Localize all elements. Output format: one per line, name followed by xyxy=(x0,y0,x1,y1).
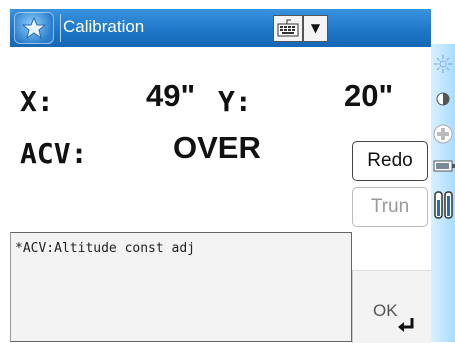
window-title: Calibration xyxy=(63,17,145,36)
start-button[interactable] xyxy=(14,12,54,44)
battery-icon xyxy=(433,160,455,172)
plus-icon[interactable] xyxy=(433,124,453,144)
input-menu-button[interactable]: ▼ xyxy=(303,15,328,42)
redo-button[interactable]: Redo xyxy=(352,141,428,181)
acv-value: OVER xyxy=(173,130,261,165)
sun-icon[interactable] xyxy=(433,54,453,74)
ok-button[interactable]: OK xyxy=(352,270,431,343)
dropdown-arrow-icon: ▼ xyxy=(310,21,321,35)
note-text: *ACV:Altitude const adj xyxy=(15,241,196,256)
start-icon xyxy=(22,17,46,39)
note-box: *ACV:Altitude const adj xyxy=(10,232,352,342)
keyboard-button[interactable] xyxy=(273,15,303,42)
keyboard-icon xyxy=(277,19,299,37)
ok-label: OK xyxy=(373,301,398,320)
x-value: 49" xyxy=(146,78,196,113)
signal-icon xyxy=(434,191,453,219)
trun-button[interactable]: Trun xyxy=(352,187,428,227)
y-value: 20" xyxy=(344,78,394,113)
acv-label: ACV: xyxy=(20,137,88,170)
y-label: Y: xyxy=(218,85,252,118)
enter-icon xyxy=(398,318,414,332)
title-divider xyxy=(60,14,61,42)
x-label: X: xyxy=(20,85,54,118)
contrast-icon[interactable] xyxy=(433,90,453,108)
